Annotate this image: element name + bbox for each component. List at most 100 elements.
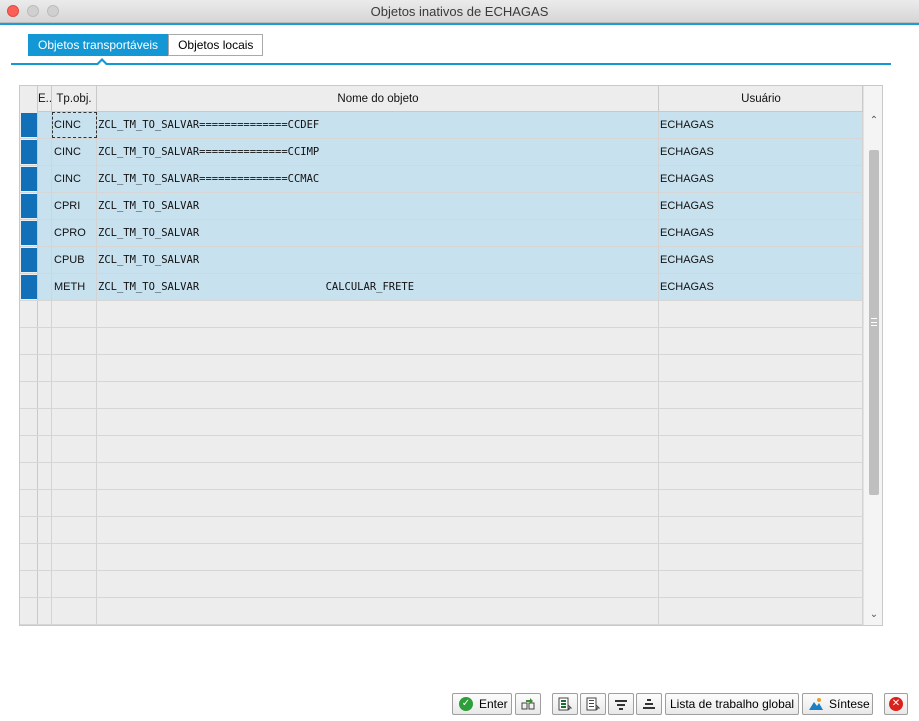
scroll-up-icon[interactable]: ⌃ — [868, 116, 880, 126]
cell-e[interactable] — [38, 328, 52, 354]
cell-e[interactable] — [38, 598, 52, 624]
cell-user[interactable] — [659, 355, 863, 381]
empty-table-row[interactable] — [20, 301, 863, 328]
column-header-object-name[interactable]: Nome do objeto — [97, 86, 659, 112]
cell-object-type[interactable] — [52, 355, 97, 381]
cell-object-name[interactable]: ZCL_TM_TO_SALVAR — [97, 247, 659, 273]
cell-object-name[interactable] — [97, 409, 659, 435]
cell-user[interactable] — [659, 328, 863, 354]
cell-object-type[interactable] — [52, 544, 97, 570]
cell-e[interactable] — [38, 220, 52, 246]
global-worklist-button[interactable]: Lista de trabalho global — [665, 693, 799, 715]
column-header-user[interactable]: Usuário — [659, 86, 863, 112]
sort-button[interactable] — [636, 693, 662, 715]
cell-e[interactable] — [38, 247, 52, 273]
row-selector[interactable] — [20, 436, 38, 462]
cell-user[interactable] — [659, 544, 863, 570]
cell-object-type[interactable] — [52, 436, 97, 462]
row-selector[interactable] — [20, 544, 38, 570]
cell-object-type[interactable]: CPRI — [52, 193, 97, 219]
scroll-down-icon[interactable]: ⌄ — [868, 610, 880, 620]
cell-user[interactable]: ECHAGAS — [659, 166, 863, 192]
cell-user[interactable] — [659, 301, 863, 327]
empty-table-row[interactable] — [20, 409, 863, 436]
cell-e[interactable] — [38, 193, 52, 219]
cell-user[interactable]: ECHAGAS — [659, 193, 863, 219]
enter-button[interactable]: ✓ Enter — [452, 693, 512, 715]
cell-e[interactable] — [38, 382, 52, 408]
cell-user[interactable] — [659, 517, 863, 543]
cell-object-type[interactable] — [52, 490, 97, 516]
cell-user[interactable]: ECHAGAS — [659, 247, 863, 273]
vertical-scrollbar[interactable]: ⌃ ⌄ — [863, 86, 882, 625]
cell-object-type[interactable]: CPRO — [52, 220, 97, 246]
cell-object-type[interactable] — [52, 463, 97, 489]
cell-e[interactable] — [38, 571, 52, 597]
cell-e[interactable] — [38, 301, 52, 327]
row-selector[interactable] — [20, 274, 38, 300]
cell-user[interactable] — [659, 598, 863, 624]
row-selector[interactable] — [20, 301, 38, 327]
cell-user[interactable] — [659, 409, 863, 435]
row-selector[interactable] — [20, 490, 38, 516]
row-selector[interactable] — [20, 220, 38, 246]
empty-table-row[interactable] — [20, 544, 863, 571]
cell-object-name[interactable]: ZCL_TM_TO_SALVAR — [97, 193, 659, 219]
cell-object-name[interactable]: ZCL_TM_TO_SALVAR==============CCMAC — [97, 166, 659, 192]
column-header-e[interactable]: E.. — [38, 86, 52, 112]
row-selector[interactable] — [20, 112, 38, 138]
empty-table-row[interactable] — [20, 571, 863, 598]
cell-object-name[interactable] — [97, 382, 659, 408]
cell-object-name[interactable] — [97, 517, 659, 543]
transport-button[interactable] — [515, 693, 541, 715]
cell-object-name[interactable] — [97, 355, 659, 381]
header-row-selector[interactable] — [20, 86, 38, 112]
row-selector[interactable] — [20, 139, 38, 165]
empty-table-row[interactable] — [20, 355, 863, 382]
table-row[interactable]: CINC ZCL_TM_TO_SALVAR==============CCIMP E… — [20, 139, 863, 166]
empty-table-row[interactable] — [20, 490, 863, 517]
cell-object-type[interactable] — [52, 328, 97, 354]
cell-object-type[interactable] — [52, 598, 97, 624]
cell-object-name[interactable]: ZCL_TM_TO_SALVAR — [97, 220, 659, 246]
row-selector[interactable] — [20, 355, 38, 381]
cell-object-name[interactable] — [97, 544, 659, 570]
table-row[interactable]: METH ZCL_TM_TO_SALVAR CALCULAR_FRETE ECHAG… — [20, 274, 863, 301]
cell-object-type[interactable]: CINC — [52, 166, 97, 192]
cell-object-name[interactable] — [97, 490, 659, 516]
cell-object-type[interactable]: CPUB — [52, 247, 97, 273]
row-selector[interactable] — [20, 571, 38, 597]
cell-object-name[interactable] — [97, 301, 659, 327]
cell-object-name[interactable]: ZCL_TM_TO_SALVAR CALCULAR_FRETE — [97, 274, 659, 300]
cell-user[interactable]: ECHAGAS — [659, 274, 863, 300]
tab-transportable-objects[interactable]: Objetos transportáveis — [28, 34, 169, 56]
empty-table-row[interactable] — [20, 382, 863, 409]
table-row[interactable]: CINC ZCL_TM_TO_SALVAR==============CCMAC E… — [20, 166, 863, 193]
cell-user[interactable] — [659, 490, 863, 516]
column-header-object-type[interactable]: Tp.obj. — [52, 86, 97, 112]
row-selector[interactable] — [20, 517, 38, 543]
cell-user[interactable]: ECHAGAS — [659, 139, 863, 165]
cell-object-name[interactable] — [97, 598, 659, 624]
cell-e[interactable] — [38, 517, 52, 543]
cell-object-name[interactable] — [97, 328, 659, 354]
cell-object-type[interactable]: CINC — [52, 139, 97, 165]
row-selector[interactable] — [20, 382, 38, 408]
cell-object-type[interactable] — [52, 301, 97, 327]
tab-local-objects[interactable]: Objetos locais — [168, 34, 264, 56]
row-selector[interactable] — [20, 247, 38, 273]
cell-e[interactable] — [38, 463, 52, 489]
cell-object-type[interactable] — [52, 382, 97, 408]
row-selector[interactable] — [20, 193, 38, 219]
cell-user[interactable] — [659, 382, 863, 408]
cell-user[interactable] — [659, 463, 863, 489]
cell-e[interactable] — [38, 139, 52, 165]
cell-user[interactable] — [659, 571, 863, 597]
empty-table-row[interactable] — [20, 598, 863, 625]
row-selector[interactable] — [20, 328, 38, 354]
cell-user[interactable]: ECHAGAS — [659, 220, 863, 246]
cell-object-name[interactable] — [97, 463, 659, 489]
cell-e[interactable] — [38, 409, 52, 435]
cell-object-type[interactable]: METH — [52, 274, 97, 300]
table-row[interactable]: CPRO ZCL_TM_TO_SALVAR ECHAGAS — [20, 220, 863, 247]
